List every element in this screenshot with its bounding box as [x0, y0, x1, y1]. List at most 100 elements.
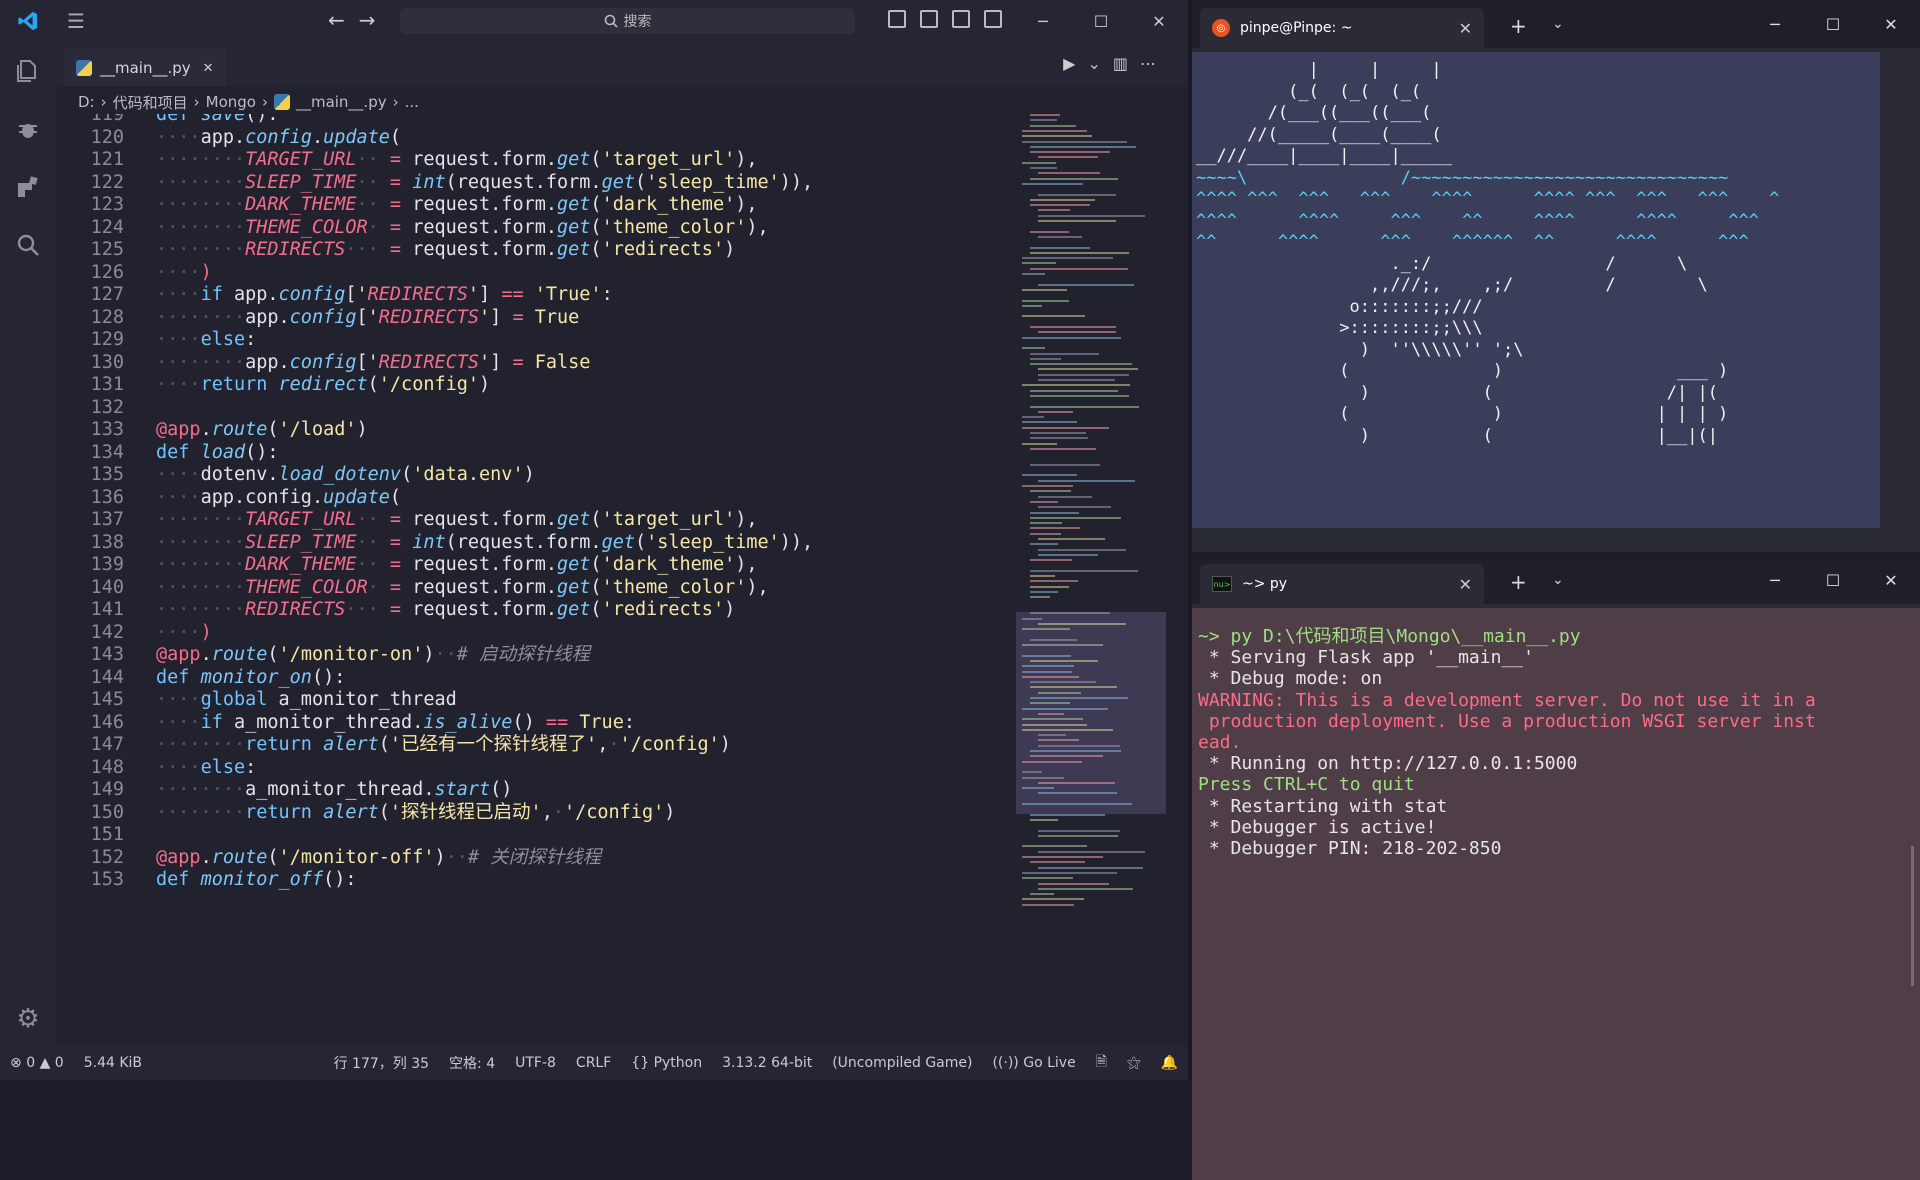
close-button[interactable]: ✕ [1130, 0, 1188, 42]
code-line[interactable]: 129 ····else: [56, 329, 1016, 352]
python-file-icon [273, 94, 290, 110]
code-line[interactable]: 152 @app.route('/monitor-off')··# 关闭探针线程 [56, 847, 1016, 870]
python-interpreter[interactable]: 3.13.2 64-bit [712, 1055, 822, 1071]
code-line[interactable]: 131 ····return redirect('/config') [56, 374, 1016, 397]
code-line[interactable]: 133 @app.route('/load') [56, 419, 1016, 442]
tab-close-icon[interactable]: ✕ [1459, 19, 1472, 38]
maximize-button[interactable]: ☐ [1804, 556, 1862, 604]
code-text: ····else: [156, 329, 257, 350]
tab-close-icon[interactable]: ✕ [203, 61, 214, 76]
code-line[interactable]: 125 ········REDIRECTS··· = request.form.g… [56, 239, 1016, 262]
terminal-tab[interactable]: ◎ pinpe@Pinpe: ~ ✕ [1200, 8, 1484, 48]
extensions-icon[interactable] [0, 158, 56, 216]
go-live-button[interactable]: ((·)) Go Live [982, 1055, 1085, 1071]
code-line[interactable]: 128 ········app.config['REDIRECTS'] = Tru… [56, 307, 1016, 330]
settings-gear-icon[interactable]: ⚙ [0, 990, 56, 1048]
code-line[interactable]: 121 ········TARGET_URL·· = request.form.g… [56, 149, 1016, 172]
code-line[interactable]: 136 ····app.config.update( [56, 487, 1016, 510]
debug-icon[interactable] [0, 100, 56, 158]
maximize-button[interactable]: ☐ [1072, 0, 1130, 42]
code-line[interactable]: 122 ········SLEEP_TIME·· = int(request.fo… [56, 172, 1016, 195]
language-mode[interactable]: {} Python [621, 1055, 712, 1071]
code-line[interactable]: 147 ········return alert('已经有一个探针线程了',·'/… [56, 734, 1016, 757]
code-line[interactable]: 148 ····else: [56, 757, 1016, 780]
code-line[interactable]: 135 ····dotenv.load_dotenv('data.env') [56, 464, 1016, 487]
close-button[interactable]: ✕ [1862, 0, 1920, 48]
code-line[interactable]: 138 ········SLEEP_TIME·· = int(request.fo… [56, 532, 1016, 555]
activity-bar: ⚙ [0, 42, 56, 1046]
code-line[interactable]: 146 ····if a_monitor_thread.is_alive() ==… [56, 712, 1016, 735]
dropdown-icon[interactable]: ⌄ [1552, 572, 1564, 588]
code-line[interactable]: 123 ········DARK_THEME·· = request.form.g… [56, 194, 1016, 217]
breadcrumb-file[interactable]: __main__.py [296, 93, 387, 111]
code-line[interactable]: 140 ········THEME_COLOR· = request.form.g… [56, 577, 1016, 600]
new-tab-button[interactable]: + [1510, 14, 1527, 38]
code-line[interactable]: 151 [56, 824, 1016, 847]
code-line[interactable]: 124 ········THEME_COLOR· = request.form.g… [56, 217, 1016, 240]
code-line[interactable]: 144 def monitor_on(): [56, 667, 1016, 690]
extra-status[interactable]: (Uncompiled Game) [822, 1055, 982, 1071]
code-editor[interactable]: 119 def save(): 120 ····app.config.update(1… [56, 114, 1016, 1046]
breadcrumb-folder[interactable]: 代码和项目 [113, 92, 188, 113]
code-line[interactable]: 126 ····) [56, 262, 1016, 285]
line-ending[interactable]: CRLF [566, 1055, 621, 1071]
minimap-line [1030, 119, 1058, 122]
terminal-output[interactable]: ~> py D:\代码和项目\Mongo\__main__.py * Servi… [1192, 608, 1920, 1180]
new-tab-button[interactable]: + [1510, 570, 1527, 594]
code-line[interactable]: 120 ····app.config.update( [56, 127, 1016, 150]
run-icon[interactable]: ▶ [1063, 54, 1087, 73]
breadcrumb-more[interactable]: ... [405, 93, 419, 111]
forward-button[interactable]: → [359, 8, 390, 32]
indentation[interactable]: 空格: 4 [439, 1053, 505, 1073]
toggle-sidebar-icon[interactable] [920, 10, 938, 28]
minimap[interactable] [1016, 114, 1180, 1046]
breadcrumb-drive[interactable]: D: [78, 93, 95, 111]
code-line[interactable]: 150 ········return alert('探针线程已启动',·'/con… [56, 802, 1016, 825]
notifications-bell-icon[interactable]: 🔔 [1151, 1055, 1188, 1071]
toggle-panel-icon[interactable] [952, 10, 970, 28]
code-line[interactable]: 130 ········app.config['REDIRECTS'] = Fal… [56, 352, 1016, 375]
code-line[interactable]: 142 ····) [56, 622, 1016, 645]
warning-icon: ▲ [39, 1055, 51, 1071]
problems-indicator[interactable]: ⊗ 0 ▲ 0 [0, 1055, 74, 1071]
code-line[interactable]: 127 ····if app.config['REDIRECTS'] == 'Tr… [56, 284, 1016, 307]
code-line[interactable]: 149 ········a_monitor_thread.start() [56, 779, 1016, 802]
explorer-icon[interactable] [0, 42, 56, 100]
code-line[interactable]: 153 def monitor_off(): [56, 869, 1016, 892]
dropdown-icon[interactable]: ⌄ [1552, 16, 1564, 32]
tab-close-icon[interactable]: ✕ [1459, 575, 1472, 594]
code-line[interactable]: 132 [56, 397, 1016, 420]
code-line[interactable]: 137 ········TARGET_URL·· = request.form.g… [56, 509, 1016, 532]
toggle-secondary-sidebar-icon[interactable] [984, 10, 1002, 28]
split-editor-icon[interactable]: ▥ [1113, 54, 1140, 73]
code-line[interactable]: 119 def save(): [56, 114, 1016, 127]
minimize-button[interactable]: ─ [1746, 556, 1804, 604]
maximize-button[interactable]: ☐ [1804, 0, 1862, 48]
run-dropdown-icon[interactable]: ⌄ [1087, 54, 1112, 73]
minimap-line [1022, 485, 1074, 487]
code-line[interactable]: 141 ········REDIRECTS··· = request.form.g… [56, 599, 1016, 622]
breadcrumb-folder[interactable]: Mongo [206, 93, 256, 111]
encoding[interactable]: UTF-8 [505, 1055, 566, 1071]
back-button[interactable]: ← [328, 8, 359, 32]
terminal-tab[interactable]: nu> ~> py ✕ [1200, 564, 1484, 604]
more-actions-icon[interactable]: ⋯ [1140, 54, 1168, 73]
code-line[interactable]: 139 ········DARK_THEME·· = request.form.g… [56, 554, 1016, 577]
close-button[interactable]: ✕ [1862, 556, 1920, 604]
customize-layout-icon[interactable] [888, 10, 906, 28]
minimize-button[interactable]: ─ [1746, 0, 1804, 48]
search-sidebar-icon[interactable] [0, 216, 56, 274]
menu-icon[interactable]: ☰ [56, 9, 96, 33]
code-line[interactable]: 145 ····global a_monitor_thread [56, 689, 1016, 712]
minimize-button[interactable]: ─ [1014, 0, 1072, 42]
code-line[interactable]: 134 def load(): [56, 442, 1016, 465]
minimap-line [1022, 315, 1086, 318]
tab-main-py[interactable]: __main__.py ✕ [64, 48, 226, 86]
command-search[interactable]: 搜索 [400, 8, 855, 34]
code-line[interactable]: 143 @app.route('/monitor-on')··# 启动探针线程 [56, 644, 1016, 667]
terminal-scrollbar[interactable] [1911, 846, 1914, 986]
cursor-position[interactable]: 行 177，列 35 [324, 1053, 439, 1073]
copilot-icon[interactable]: ⚝ [1117, 1055, 1151, 1071]
terminal-tabbar: ◎ pinpe@Pinpe: ~ ✕ + ⌄ ─ ☐ ✕ [1192, 0, 1920, 48]
file-icon[interactable]: 🗎 [1086, 1051, 1117, 1075]
